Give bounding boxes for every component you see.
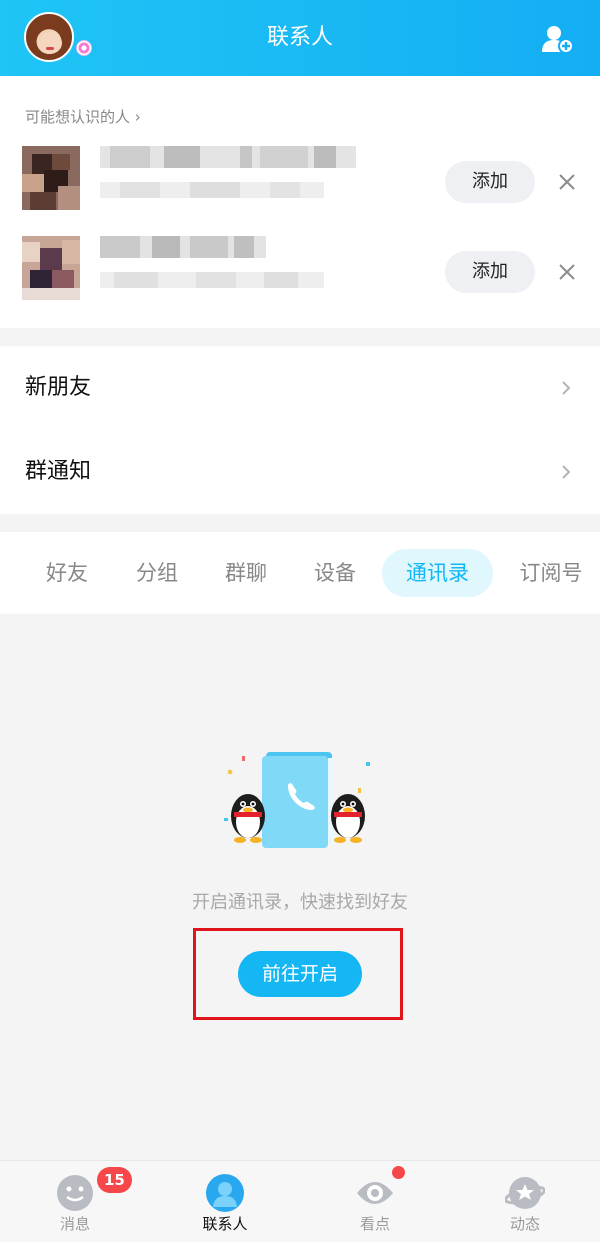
people-you-may-know: 可能想认识的人 › 添加 添加 (0, 76, 600, 328)
page-title: 联系人 (266, 25, 333, 50)
contact-detail-blurred (100, 272, 324, 288)
tabbar-label: 动态 (509, 1215, 540, 1233)
chevron-right-icon (562, 381, 571, 395)
unread-count-badge: 15 (97, 1167, 132, 1193)
tab-devices[interactable]: 设备 (306, 549, 364, 597)
chevron-right-icon: › (134, 108, 141, 126)
suggestions-title[interactable]: 可能想认识的人 › (25, 106, 141, 127)
contacts-book-penguins-illustration (224, 752, 370, 848)
tab-subscriptions[interactable]: 订阅号 (513, 549, 589, 597)
address-book-empty-state: 开启通讯录，快速找到好友 前往开启 (0, 614, 600, 1160)
contact-detail-blurred (100, 182, 324, 198)
top-bar: 联系人 (0, 0, 600, 76)
tab-group-chats[interactable]: 群聊 (217, 549, 275, 597)
notification-dot (392, 1166, 405, 1179)
contact-name-blurred (100, 236, 266, 258)
add-button[interactable]: 添加 (445, 161, 535, 203)
suggestion-row[interactable]: 添加 (0, 236, 600, 326)
go-enable-button[interactable]: 前往开启 (238, 951, 362, 997)
contact-info-blurred (100, 146, 356, 198)
add-button[interactable]: 添加 (445, 251, 535, 293)
contact-info-blurred (100, 236, 324, 288)
tab-friends[interactable]: 好友 (38, 549, 96, 597)
menu-item-group-notifications[interactable]: 群通知 (0, 430, 600, 514)
tab-address-book[interactable]: 通讯录 (382, 549, 493, 597)
planet-icon (505, 1177, 545, 1209)
contacts-icon (206, 1174, 244, 1212)
menu-item-new-friends[interactable]: 新朋友 (0, 346, 600, 430)
tabbar-item-discover[interactable]: 看点 (315, 1161, 435, 1242)
close-icon[interactable] (556, 171, 578, 193)
bottom-tab-bar: 消息 15 联系人 看点 动态 (0, 1160, 600, 1242)
message-icon (57, 1175, 93, 1211)
tabbar-item-moments[interactable]: 动态 (465, 1161, 585, 1242)
add-contact-icon[interactable] (542, 24, 574, 54)
tabbar-label: 联系人 (202, 1215, 248, 1233)
tabbar-item-contacts[interactable]: 联系人 (165, 1161, 285, 1242)
suggestion-row[interactable]: 添加 (0, 146, 600, 236)
contact-avatar-blurred (22, 146, 80, 210)
contact-name-blurred (100, 146, 356, 168)
tabbar-label: 看点 (359, 1215, 390, 1233)
menu-item-label: 新朋友 (25, 375, 92, 400)
tabbar-item-messages[interactable]: 消息 15 (15, 1161, 135, 1242)
tab-groups[interactable]: 分组 (128, 549, 186, 597)
suggestions-title-label: 可能想认识的人 (25, 108, 131, 126)
contact-menu: 新朋友 群通知 (0, 346, 600, 514)
menu-item-label: 群通知 (25, 459, 92, 484)
empty-state-message: 开启通讯录，快速找到好友 (192, 892, 408, 913)
contact-tabs: 好友 分组 群聊 设备 通讯录 订阅号 (0, 532, 600, 614)
contact-avatar-blurred (22, 236, 80, 300)
eye-icon (357, 1182, 393, 1204)
close-icon[interactable] (556, 261, 578, 283)
chevron-right-icon (562, 465, 571, 479)
tabbar-label: 消息 (59, 1215, 90, 1233)
